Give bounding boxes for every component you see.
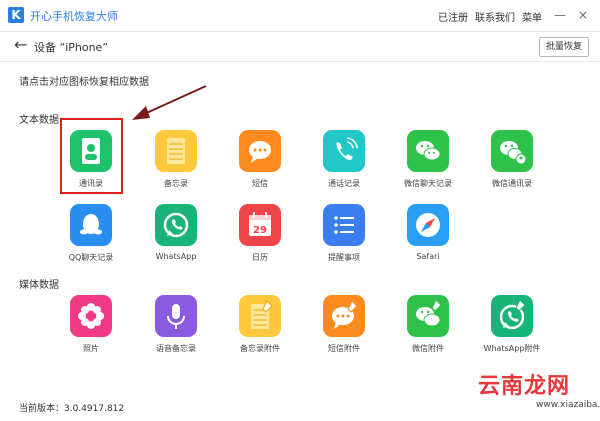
message-attachment-icon <box>323 295 365 337</box>
app-voice-notes[interactable]: 语音备忘录 <box>136 295 216 354</box>
calls-label: 通话记录 <box>328 179 360 188</box>
watermark-url: www.xiazaiba.com <box>536 400 600 410</box>
wechat-contacts-icon <box>491 130 533 172</box>
title-bar: K 开心手机恢复大师 已注册 联系我们 菜单 — × <box>0 0 600 32</box>
app-notes-attachments[interactable]: 备忘录附件 <box>220 295 300 354</box>
watermark-logo: 云南龙网 <box>478 374 571 399</box>
wechat-attachment-icon <box>407 295 449 337</box>
back-arrow-icon[interactable]: ← <box>14 35 27 54</box>
registered-link[interactable]: 已注册 <box>438 9 468 24</box>
photos-label: 照片 <box>83 344 99 353</box>
app-sms[interactable]: 短信 <box>220 130 300 189</box>
menu-link[interactable]: 菜单 <box>522 9 542 24</box>
app-reminders[interactable]: 提醒事项 <box>304 204 384 263</box>
highlight-box <box>60 118 123 194</box>
notes-attachment-icon <box>239 295 281 337</box>
wechat-icon <box>407 130 449 172</box>
close-button[interactable]: × <box>574 6 592 24</box>
version-text: 当前版本：3.0.4917.812 <box>19 404 125 414</box>
whatsapp-icon <box>155 204 197 246</box>
app-safari[interactable]: Safari <box>388 204 468 261</box>
app-wechat-chat[interactable]: 微信聊天记录 <box>388 130 468 189</box>
calendar-label: 日历 <box>252 253 268 262</box>
wechat-chat-label: 微信聊天记录 <box>404 179 452 188</box>
compass-icon <box>407 204 449 246</box>
calendar-day: 29 <box>253 225 267 236</box>
message-icon <box>239 130 281 172</box>
minimize-button[interactable]: — <box>551 6 569 24</box>
contact-link[interactable]: 联系我们 <box>475 9 515 24</box>
app-qq[interactable]: QQ聊天记录 <box>51 204 131 263</box>
reminders-icon <box>323 204 365 246</box>
reminders-label: 提醒事项 <box>328 253 360 262</box>
qq-label: QQ聊天记录 <box>68 253 114 262</box>
notes-label: 备忘录 <box>164 179 188 188</box>
app-photos[interactable]: 照片 <box>51 295 131 354</box>
microphone-icon <box>155 295 197 337</box>
notes-icon <box>155 130 197 172</box>
sms-attachments-label: 短信附件 <box>328 344 360 353</box>
app-calendar[interactable]: 29 日历 <box>220 204 300 263</box>
voice-notes-label: 语音备忘录 <box>156 344 196 353</box>
app-whatsapp[interactable]: WhatsApp <box>136 204 216 261</box>
batch-restore-button[interactable]: 批量恢复 <box>538 37 589 57</box>
notes-attachments-label: 备忘录附件 <box>240 344 280 353</box>
phone-icon <box>323 130 365 172</box>
wechat-contacts-label: 微信通讯录 <box>492 179 532 188</box>
nav-bar: ← 设备 “iPhone” 批量恢复 <box>0 31 600 62</box>
app-calls[interactable]: 通话记录 <box>304 130 384 189</box>
device-title: 设备 “iPhone” <box>34 41 109 54</box>
instruction-text: 请点击对应图标恢复相应数据 <box>19 77 149 88</box>
safari-label: Safari <box>416 252 440 261</box>
qq-icon <box>70 204 112 246</box>
app-title: 开心手机恢复大师 <box>30 10 118 23</box>
app-wechat-contacts[interactable]: 微信通讯录 <box>472 130 552 189</box>
app-notes[interactable]: 备忘录 <box>136 130 216 189</box>
app-logo-icon: K <box>8 7 24 23</box>
flower-icon <box>70 295 112 337</box>
watermark: 云南龙网 www.xiazaiba.com <box>450 330 600 421</box>
calendar-icon: 29 <box>239 204 281 246</box>
whatsapp-label: WhatsApp <box>155 252 197 261</box>
app-sms-attachments[interactable]: 短信附件 <box>304 295 384 354</box>
sms-label: 短信 <box>252 179 268 188</box>
text-data-heading: 文本数据 <box>19 115 59 126</box>
media-data-heading: 媒体数据 <box>19 280 59 291</box>
